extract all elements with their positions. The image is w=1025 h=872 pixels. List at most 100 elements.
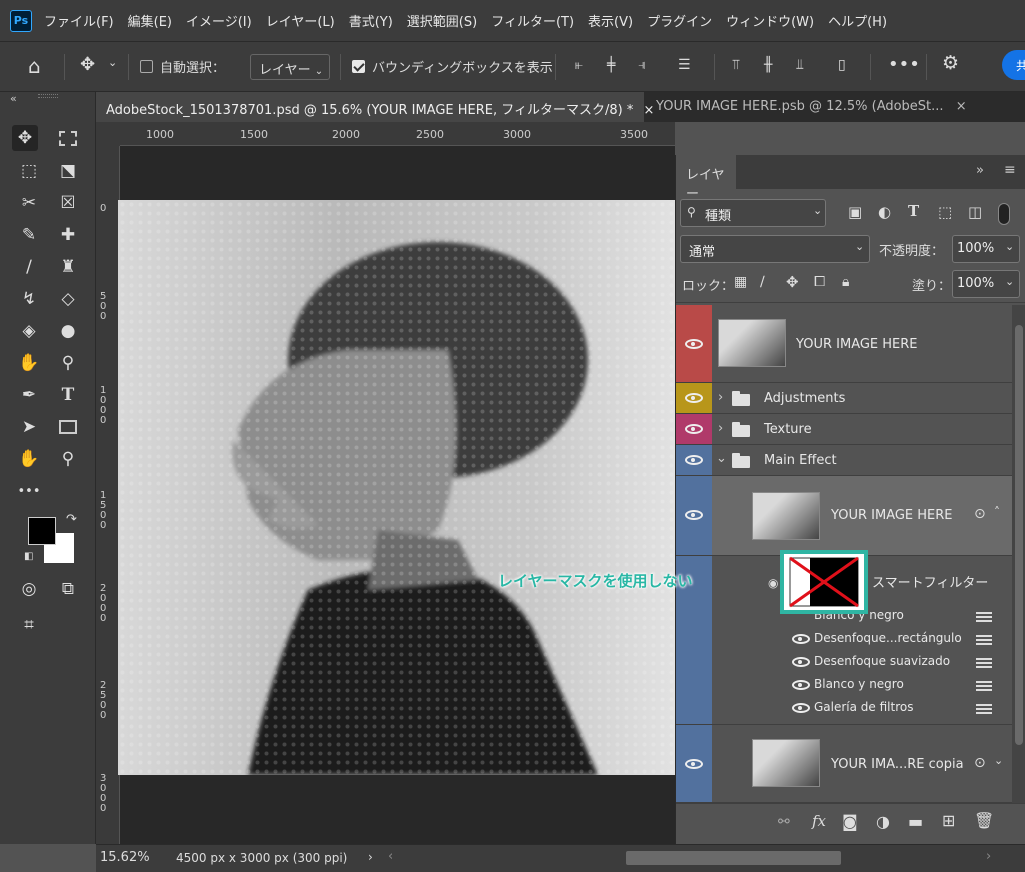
panel-menu-icon[interactable]: ≡ (1004, 162, 1016, 178)
lock-artboard-icon[interactable]: ⧠ (814, 274, 825, 290)
eye-icon[interactable] (685, 339, 703, 349)
type-filter-icon[interactable]: T (908, 202, 919, 220)
stamp-tool-icon[interactable]: ♜ (55, 254, 81, 280)
filter-row[interactable]: Blanco y negro (676, 673, 1012, 696)
auto-select-target-dropdown[interactable]: レイヤー ⌄ (250, 54, 330, 80)
quick-mask-icon[interactable]: ◎ (16, 576, 42, 602)
filter-options-icon[interactable] (976, 681, 992, 691)
lock-position-icon[interactable]: ✥ (786, 273, 799, 291)
brush-tool-icon[interactable]: ∕ (16, 254, 42, 280)
menu-help[interactable]: ヘルプ(H) (828, 11, 887, 30)
chevron-right-icon[interactable]: › (718, 421, 723, 436)
eye-icon[interactable]: ◉ (768, 576, 778, 590)
menu-view[interactable]: 表示(V) (588, 11, 633, 30)
trash-icon[interactable]: 🗑︎ (974, 811, 994, 830)
chevron-up-icon[interactable]: ˄ (994, 505, 1000, 519)
frame-tool-icon[interactable]: ☒ (55, 190, 81, 216)
align-bottom-icon[interactable]: ⫫ (796, 57, 804, 73)
scroll-left-icon[interactable]: ‹ (388, 849, 393, 864)
dodge-tool-icon[interactable]: ⚲ (55, 350, 81, 376)
adjustment-layer-icon[interactable]: ◑ (876, 812, 890, 831)
foreground-color[interactable] (28, 517, 56, 545)
filter-row[interactable]: Desenfoque suavizado (676, 650, 1012, 673)
lasso-tool-icon[interactable]: ⬔ (55, 158, 81, 184)
layer-row-copy[interactable]: YOUR IMA...RE copia ⊙ ⌄ (676, 725, 1012, 803)
blur-tool-icon[interactable]: ● (55, 318, 81, 344)
rectangle-tool-icon[interactable] (55, 414, 81, 440)
vertical-scrollbar[interactable] (1012, 305, 1025, 803)
smart-object-link-icon[interactable]: ⊙ (974, 506, 986, 522)
move-tool-icon[interactable]: ✥ (80, 54, 95, 75)
pen-tool-icon[interactable]: ✒ (16, 382, 42, 408)
eye-icon[interactable] (685, 759, 703, 769)
path-select-icon[interactable]: ➤ (16, 414, 42, 440)
filter-row[interactable]: Galería de filtros (676, 696, 1012, 725)
align-top-icon[interactable]: ⫪ (732, 57, 740, 73)
eye-icon[interactable] (685, 510, 703, 520)
more-icon[interactable]: ••• (888, 54, 920, 75)
align-left-icon[interactable]: ⫦ (575, 57, 583, 73)
pixel-filter-icon[interactable]: ▣ (848, 203, 862, 221)
distribute-vertical-icon[interactable]: ▯ (838, 57, 846, 73)
chevron-right-icon[interactable]: › (368, 850, 373, 864)
shape-filter-icon[interactable]: ⬚ (938, 203, 952, 221)
distribute-icon[interactable]: ☰ (678, 57, 691, 73)
filter-toggle[interactable] (998, 203, 1010, 225)
eye-icon[interactable] (792, 657, 810, 667)
collapse-icon[interactable]: « (10, 92, 17, 105)
menu-select[interactable]: 選択範囲(S) (407, 11, 477, 30)
hand-tool-icon[interactable]: ✋ (16, 446, 42, 472)
smudge-tool-icon[interactable]: ✋ (16, 350, 42, 376)
swap-colors-icon[interactable]: ↷ (66, 512, 77, 527)
tab-document-2[interactable]: YOUR IMAGE HERE.psb @ 12.5% (AdobeSt... … (646, 92, 976, 122)
add-mask-icon[interactable]: ◙ (842, 812, 858, 831)
filter-options-icon[interactable] (976, 612, 992, 622)
scroll-right-icon[interactable]: › (986, 849, 991, 864)
scrollbar-thumb[interactable] (1015, 325, 1023, 745)
layer-row-texture[interactable]: › Texture (676, 414, 1012, 445)
eraser-tool-icon[interactable]: ◇ (55, 286, 81, 312)
chevron-down-icon[interactable]: ⌄ (994, 754, 1003, 767)
eye-icon[interactable] (685, 424, 703, 434)
tab-layers[interactable]: レイヤー (676, 155, 736, 202)
lock-transparency-icon[interactable]: ▦ (734, 274, 747, 290)
move-tool-icon[interactable]: ✥ (12, 125, 38, 151)
zoom-tool-icon[interactable]: ⚲ (55, 446, 81, 472)
smart-object-link-icon[interactable]: ⊙ (974, 755, 986, 771)
type-tool-icon[interactable]: T (55, 382, 81, 408)
eye-icon[interactable] (792, 680, 810, 690)
home-icon[interactable]: ⌂ (28, 54, 41, 78)
filter-options-icon[interactable] (976, 635, 992, 645)
chevron-down-icon[interactable]: ⌄ (716, 451, 727, 466)
eye-icon[interactable] (685, 455, 703, 465)
align-right-icon[interactable]: ⫣ (638, 57, 646, 73)
object-select-icon[interactable]: ⬚ (16, 158, 42, 184)
filter-options-icon[interactable] (976, 704, 992, 714)
screen-mode-icon[interactable]: ⧉ (55, 576, 81, 602)
layer-row-smart-object[interactable]: YOUR IMAGE HERE ⊙ ˄ (676, 476, 1012, 556)
layer-row-adjustments[interactable]: › Adjustments (676, 383, 1012, 414)
opacity-field[interactable]: 100% ⌄ (952, 235, 1020, 263)
eye-icon[interactable] (685, 393, 703, 403)
layer-row-main-effect[interactable]: ⌄ Main Effect (676, 445, 1012, 476)
document-image[interactable] (118, 200, 675, 775)
new-group-icon[interactable]: ▬ (908, 812, 923, 831)
menu-plugins[interactable]: プラグイン (647, 11, 712, 30)
gear-icon[interactable]: ⚙ (942, 52, 959, 74)
new-layer-icon[interactable]: ⊞ (942, 811, 955, 830)
filter-row[interactable]: Desenfoque...rectángulo (676, 627, 1012, 650)
close-icon[interactable]: × (956, 99, 967, 114)
marquee-tool-icon[interactable] (55, 125, 81, 151)
menu-edit[interactable]: 編集(E) (128, 11, 172, 30)
bbox-checkbox[interactable] (352, 60, 365, 73)
smart-object-filter-icon[interactable]: ◫ (968, 203, 982, 221)
eye-icon[interactable] (792, 703, 810, 713)
healing-brush-icon[interactable]: ✚ (55, 222, 81, 248)
share-button[interactable]: 共 (1002, 50, 1025, 80)
menu-file[interactable]: ファイル(F) (44, 11, 114, 30)
chevron-right-icon[interactable]: › (718, 390, 723, 405)
filter-mask-thumbnail[interactable] (780, 550, 868, 614)
layer-row-top-image[interactable]: YOUR IMAGE HERE (676, 305, 1012, 383)
kind-filter-dropdown[interactable]: ⚲ 種類 ⌄ (680, 199, 826, 227)
eyedropper-icon[interactable]: ✎ (16, 222, 42, 248)
